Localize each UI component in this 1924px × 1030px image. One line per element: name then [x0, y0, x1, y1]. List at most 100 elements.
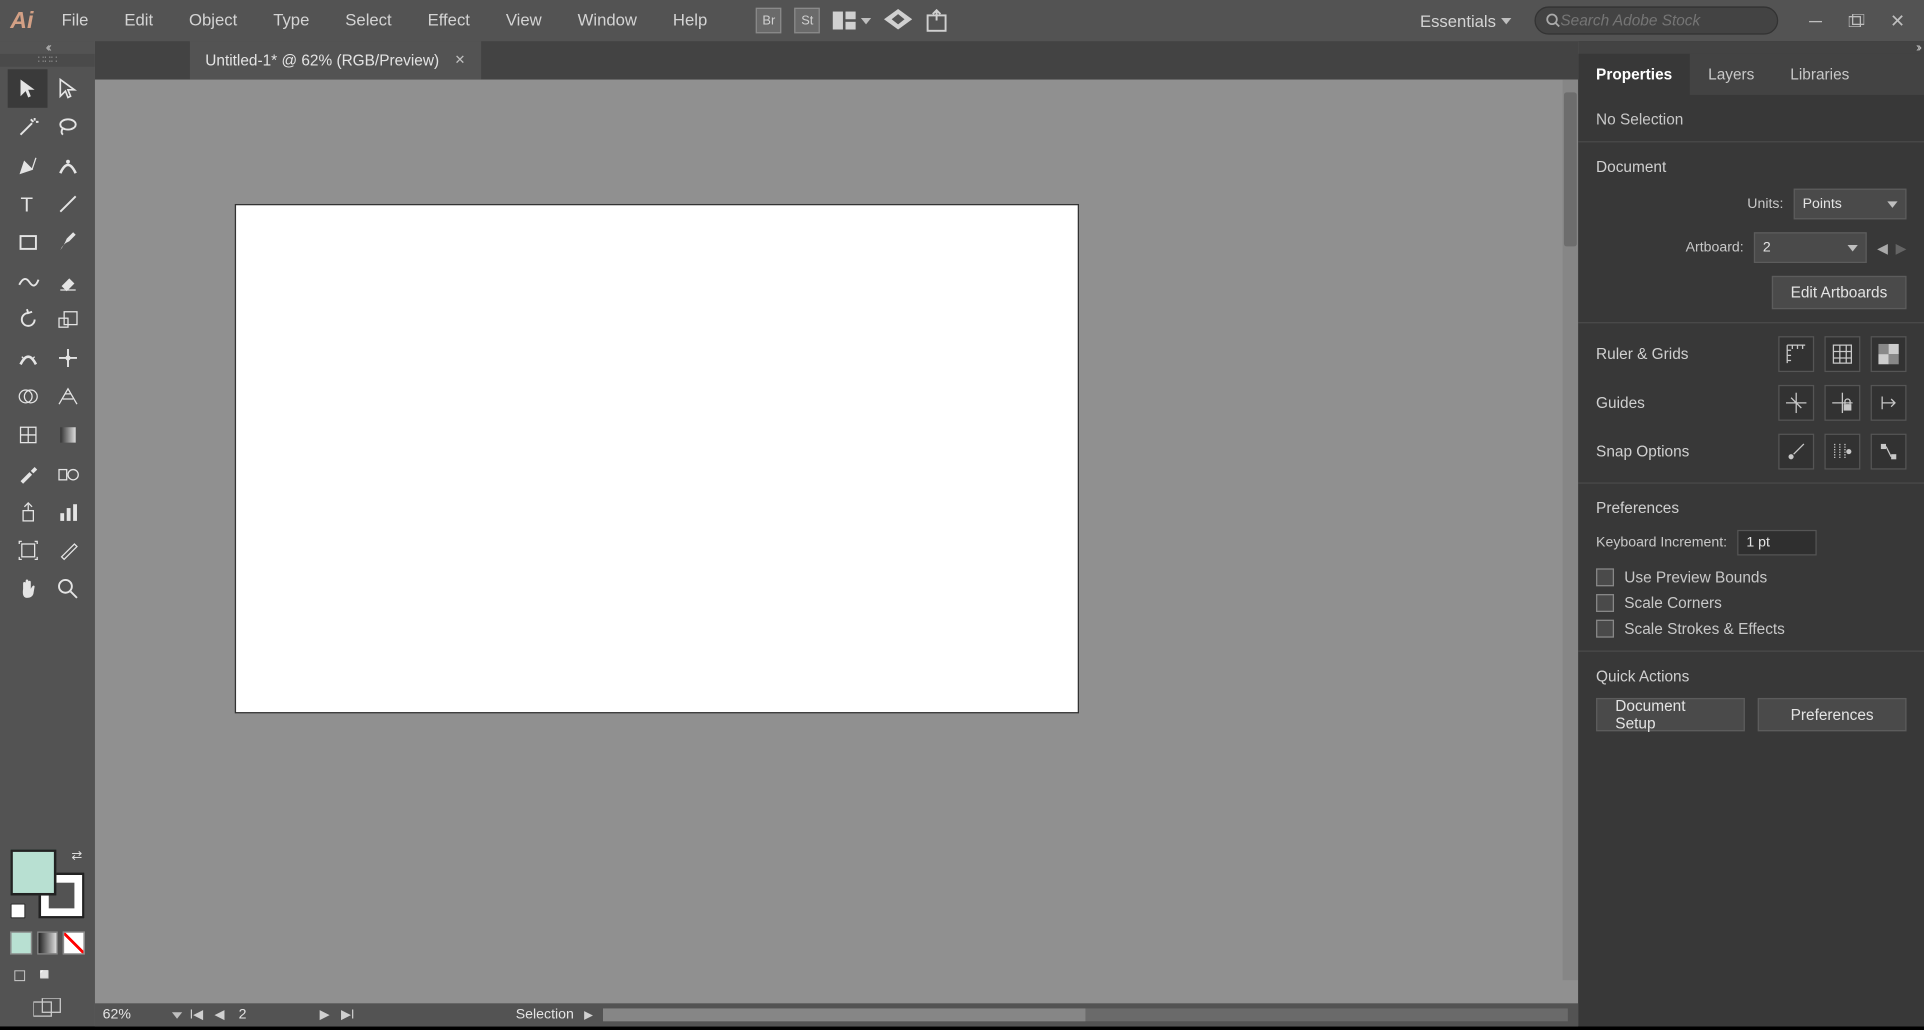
horizontal-scrollbar[interactable]: [603, 1008, 1568, 1021]
tool-collapse[interactable]: ‹‹: [0, 41, 95, 54]
screen-mode-icon[interactable]: [0, 990, 95, 1026]
next-artboard-icon[interactable]: ▶: [1896, 239, 1907, 256]
scale-corners-checkbox[interactable]: [1596, 594, 1614, 612]
maximize-button[interactable]: [1848, 12, 1866, 30]
artboard-number[interactable]: 2: [234, 1007, 311, 1022]
rectangle-tool[interactable]: [8, 223, 48, 261]
gradient-tool[interactable]: [47, 416, 87, 454]
zoom-chevron-icon[interactable]: [172, 1012, 182, 1018]
lock-guides-icon[interactable]: [1824, 385, 1860, 421]
menu-window[interactable]: Window: [560, 0, 655, 41]
type-tool[interactable]: T: [8, 185, 48, 223]
document-tab[interactable]: Untitled-1* @ 62% (RGB/Preview) ✕: [190, 41, 481, 79]
status-tool[interactable]: Selection: [516, 1007, 574, 1022]
color-mode-none[interactable]: [63, 931, 84, 954]
workspace-switcher[interactable]: Essentials: [1407, 11, 1524, 30]
artboard-dropdown[interactable]: 2: [1754, 232, 1867, 263]
magic-wand-tool[interactable]: [8, 108, 48, 146]
grid-icon[interactable]: [1824, 336, 1860, 372]
menu-object[interactable]: Object: [171, 0, 255, 41]
search-box[interactable]: [1534, 6, 1778, 34]
color-mode-gradient[interactable]: [37, 931, 58, 954]
snap-point-icon[interactable]: [1778, 434, 1814, 470]
prev-artboard-button[interactable]: ◀: [210, 1008, 228, 1022]
swap-fill-stroke-icon[interactable]: ⇄: [71, 849, 82, 863]
search-input[interactable]: [1560, 12, 1766, 30]
artboard[interactable]: [236, 205, 1078, 712]
close-tab-icon[interactable]: ✕: [455, 53, 466, 67]
snap-pixel-icon[interactable]: [1871, 434, 1907, 470]
line-tool[interactable]: [47, 185, 87, 223]
tab-layers[interactable]: Layers: [1690, 54, 1772, 95]
edit-artboards-button[interactable]: Edit Artboards: [1771, 276, 1906, 309]
hand-tool[interactable]: [8, 570, 48, 608]
free-transform-tool[interactable]: [47, 339, 87, 377]
draw-behind-icon[interactable]: ◽: [34, 965, 55, 986]
slice-tool[interactable]: [47, 531, 87, 569]
smart-guides-icon[interactable]: [1871, 385, 1907, 421]
curvature-tool[interactable]: [47, 146, 87, 184]
rotate-tool[interactable]: [8, 300, 48, 338]
tab-properties[interactable]: Properties: [1578, 54, 1690, 95]
column-graph-tool[interactable]: [47, 493, 87, 531]
keyboard-increment-input[interactable]: [1737, 530, 1817, 556]
eyedropper-tool[interactable]: [8, 454, 48, 492]
zoom-level[interactable]: 62%: [95, 1007, 167, 1022]
selection-tool[interactable]: [8, 69, 48, 107]
menu-edit[interactable]: Edit: [106, 0, 171, 41]
direct-selection-tool[interactable]: [47, 69, 87, 107]
arrange-documents-icon[interactable]: [833, 12, 871, 30]
panel-collapse[interactable]: ››: [1578, 41, 1924, 54]
bridge-icon[interactable]: Br: [756, 8, 782, 34]
prev-artboard-icon[interactable]: ◀: [1877, 239, 1888, 256]
fill-swatch[interactable]: [10, 849, 56, 895]
document-setup-button[interactable]: Document Setup: [1596, 698, 1745, 731]
color-mode-solid[interactable]: [10, 931, 31, 954]
minimize-button[interactable]: ─: [1806, 12, 1824, 30]
scale-strokes-checkbox[interactable]: [1596, 620, 1614, 638]
menu-select[interactable]: Select: [327, 0, 409, 41]
status-chevron-icon[interactable]: ▶: [584, 1008, 593, 1022]
width-tool[interactable]: [8, 339, 48, 377]
first-artboard-button[interactable]: I◀: [187, 1008, 205, 1022]
scale-tool[interactable]: [47, 300, 87, 338]
lasso-tool[interactable]: [47, 108, 87, 146]
paintbrush-tool[interactable]: [47, 223, 87, 261]
tool-grip[interactable]: ∷∷∷: [0, 54, 95, 67]
mesh-tool[interactable]: [8, 416, 48, 454]
close-button[interactable]: ✕: [1889, 12, 1907, 30]
transparency-grid-icon[interactable]: [1871, 336, 1907, 372]
shaper-tool[interactable]: [8, 262, 48, 300]
horizontal-scroll-thumb[interactable]: [603, 1008, 1085, 1021]
tab-libraries[interactable]: Libraries: [1772, 54, 1867, 95]
menu-effect[interactable]: Effect: [410, 0, 488, 41]
perspective-grid-tool[interactable]: [47, 377, 87, 415]
eraser-tool[interactable]: [47, 262, 87, 300]
stock-icon[interactable]: St: [794, 8, 820, 34]
menu-help[interactable]: Help: [655, 0, 725, 41]
use-preview-bounds-checkbox[interactable]: [1596, 568, 1614, 586]
units-dropdown[interactable]: Points: [1794, 189, 1907, 220]
show-guides-icon[interactable]: [1778, 385, 1814, 421]
last-artboard-button[interactable]: ▶I: [339, 1008, 357, 1022]
vertical-scroll-thumb[interactable]: [1564, 92, 1577, 246]
canvas-viewport[interactable]: [95, 80, 1578, 1004]
artboard-tool[interactable]: [8, 531, 48, 569]
symbol-sprayer-tool[interactable]: [8, 493, 48, 531]
blend-tool[interactable]: [47, 454, 87, 492]
menu-view[interactable]: View: [488, 0, 560, 41]
snap-grid-icon[interactable]: [1824, 434, 1860, 470]
gpu-preview-icon[interactable]: [884, 8, 912, 32]
preferences-button[interactable]: Preferences: [1758, 698, 1907, 731]
vertical-scrollbar[interactable]: [1563, 80, 1578, 981]
menu-type[interactable]: Type: [255, 0, 327, 41]
ruler-icon[interactable]: [1778, 336, 1814, 372]
share-icon[interactable]: [925, 8, 951, 34]
zoom-tool[interactable]: [47, 570, 87, 608]
shape-builder-tool[interactable]: [8, 377, 48, 415]
pen-tool[interactable]: [8, 146, 48, 184]
menu-file[interactable]: File: [44, 0, 107, 41]
next-artboard-button[interactable]: ▶: [316, 1008, 334, 1022]
default-fill-stroke-icon[interactable]: [10, 903, 25, 918]
fill-stroke-swatch[interactable]: ⇄: [10, 849, 84, 918]
